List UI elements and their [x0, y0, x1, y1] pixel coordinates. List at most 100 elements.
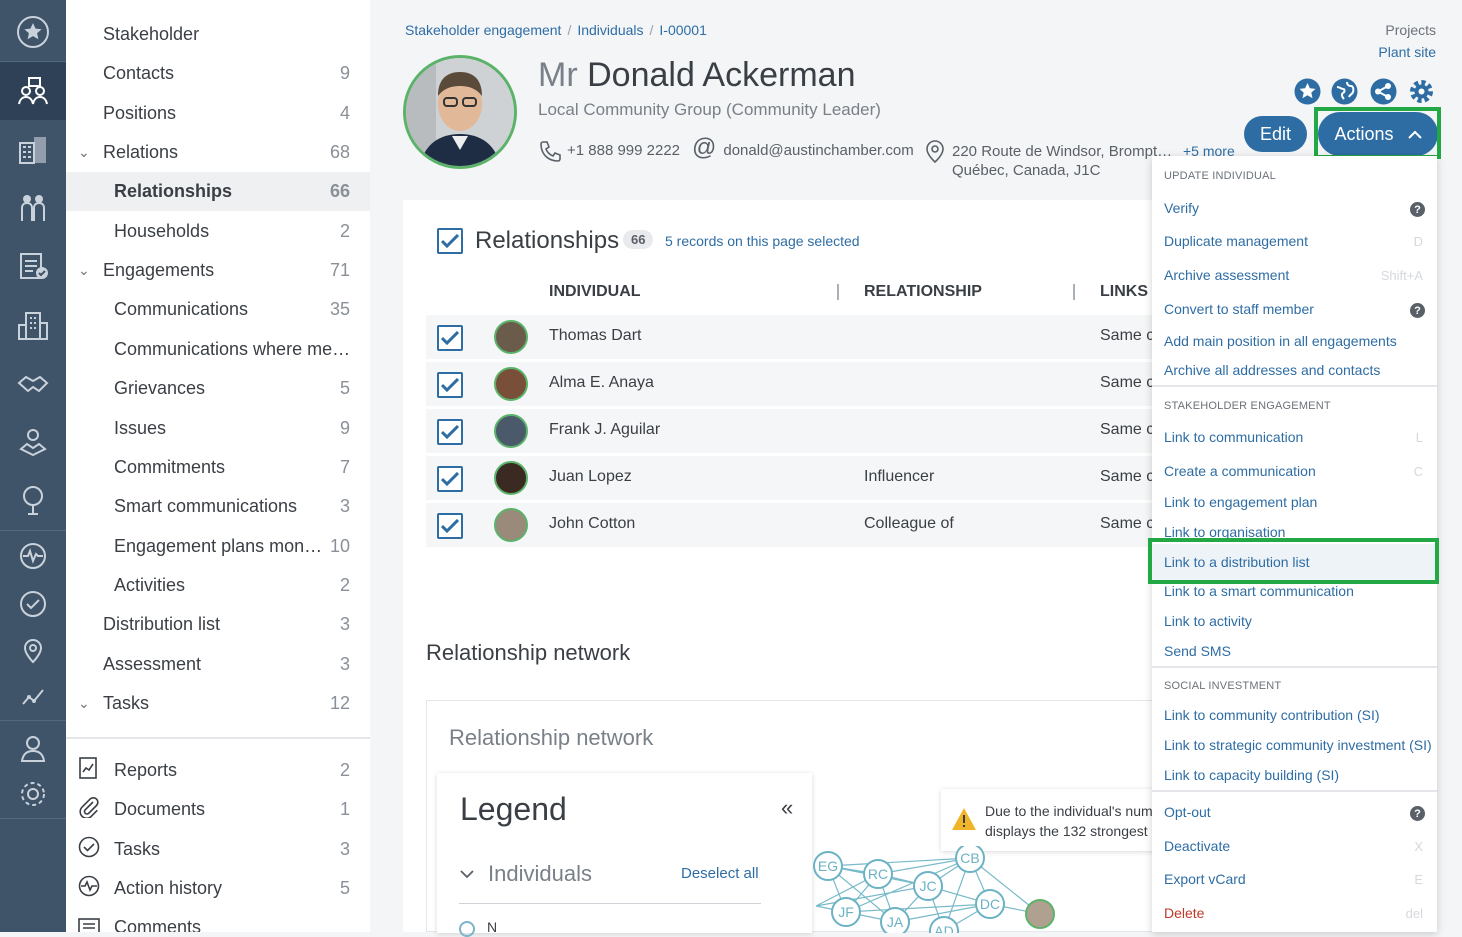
sidebar: Stakeholder Contacts 9 Positions 4 ⌄ Relati… [66, 0, 370, 932]
map-pin-person-icon[interactable] [0, 414, 66, 470]
network-node-label: RC [868, 866, 888, 882]
sidebar-item-households[interactable]: Households 2 [66, 212, 370, 251]
menu-item-deactivate[interactable]: Deactivate [1164, 838, 1230, 854]
people-icon[interactable] [0, 180, 66, 236]
menu-item-link-capacity-building[interactable]: Link to capacity building (SI) [1164, 767, 1339, 783]
table-row[interactable]: Thomas Dart Same c [426, 315, 1203, 359]
handshake-icon[interactable] [0, 356, 66, 412]
deselect-all-link[interactable]: Deselect all [681, 865, 759, 882]
tree-icon[interactable] [0, 472, 66, 528]
projects-value[interactable]: Plant site [1378, 44, 1436, 60]
menu-item-link-strategic-investment[interactable]: Link to strategic community investment (… [1164, 737, 1432, 753]
menu-item-link-communication[interactable]: Link to communication [1164, 429, 1303, 445]
row-checkbox[interactable] [437, 466, 463, 492]
collapse-icon[interactable]: « [781, 795, 793, 821]
sidebar-item-relations[interactable]: ⌄ Relations 68 [66, 133, 370, 172]
sidebar-item-action-history[interactable]: Action history 5 [66, 869, 370, 908]
help-icon[interactable]: ? [1410, 806, 1425, 821]
favorite-icon[interactable] [1294, 78, 1321, 110]
menu-item-opt-out[interactable]: Opt-out [1164, 804, 1211, 820]
sidebar-item-comments[interactable]: Comments [66, 908, 370, 932]
menu-item-archive-addresses[interactable]: Archive all addresses and contacts [1164, 362, 1380, 378]
menu-item-link-engagement-plan[interactable]: Link to engagement plan [1164, 494, 1317, 510]
menu-item-archive-assessment[interactable]: Archive assessment [1164, 267, 1289, 283]
settings-icon[interactable] [0, 766, 66, 822]
row-checkbox[interactable] [437, 325, 463, 351]
menu-item-link-activity[interactable]: Link to activity [1164, 613, 1252, 629]
trend-icon[interactable] [0, 668, 66, 724]
menu-item-send-sms[interactable]: Send SMS [1164, 643, 1231, 659]
edit-button[interactable]: Edit [1244, 116, 1307, 152]
sidebar-item-documents[interactable]: Documents 1 [66, 790, 370, 829]
column-header-individual[interactable]: INDIVIDUAL [549, 283, 641, 301]
chevron-down-icon[interactable] [460, 866, 474, 882]
share-icon[interactable] [1370, 78, 1397, 110]
sidebar-item-assessment[interactable]: Assessment 3 [66, 645, 370, 684]
sidebar-item-positions[interactable]: Positions 4 [66, 94, 370, 133]
sidebar-item-communications-mentioned[interactable]: Communications where men… [66, 330, 370, 369]
help-icon[interactable]: ? [1410, 202, 1425, 217]
chevron-down-icon[interactable]: ⌄ [78, 262, 90, 279]
menu-item-delete[interactable]: Delete [1164, 905, 1204, 921]
legend-item-label: N [487, 919, 498, 935]
sidebar-item-communications[interactable]: Communications 35 [66, 290, 370, 329]
column-header-relationship[interactable]: RELATIONSHIP [864, 283, 982, 301]
row-checkbox[interactable] [437, 372, 463, 398]
divider [66, 737, 370, 739]
globe-icon[interactable] [1331, 78, 1358, 110]
column-divider [1073, 284, 1075, 300]
projects-selector: Projects Plant site [1378, 22, 1436, 60]
table-row[interactable]: Frank J. Aguilar Same c [426, 409, 1203, 453]
breadcrumb-link-individuals[interactable]: Individuals [577, 22, 643, 38]
sidebar-item-reports[interactable]: Reports 2 [66, 751, 370, 790]
menu-item-export-vcard[interactable]: Export vCard [1164, 871, 1246, 887]
buildings-icon[interactable] [0, 122, 66, 178]
menu-item-duplicate[interactable]: Duplicate management [1164, 233, 1308, 249]
sidebar-item-tasks-bottom[interactable]: Tasks 3 [66, 830, 370, 869]
row-checkbox[interactable] [437, 419, 463, 445]
sidebar-item-engagements[interactable]: ⌄ Engagements 71 [66, 251, 370, 290]
sidebar-item-contacts[interactable]: Contacts 9 [66, 54, 370, 93]
network-graph[interactable]: EG RC JC CB JF JA DC AD [810, 846, 1070, 933]
breadcrumb-link-stakeholder[interactable]: Stakeholder engagement [405, 22, 561, 38]
sidebar-item-smart-communications[interactable]: Smart communications 3 [66, 487, 370, 526]
legend-panel: Legend « Individuals Deselect all N [437, 773, 812, 937]
select-all-checkbox[interactable] [437, 228, 463, 254]
row-checkbox[interactable] [437, 513, 463, 539]
network-panel: Relationship network Legend « Individual… [426, 700, 1203, 937]
column-header-links[interactable]: LINKS [1100, 283, 1148, 301]
menu-item-link-smart-communication[interactable]: Link to a smart communication [1164, 583, 1354, 599]
city-icon[interactable] [0, 298, 66, 354]
sidebar-item-tasks[interactable]: ⌄ Tasks 12 [66, 684, 370, 723]
chevron-down-icon[interactable]: ⌄ [78, 144, 90, 161]
table-row[interactable]: Alma E. Anaya Same c [426, 362, 1203, 406]
star-icon[interactable] [0, 4, 66, 60]
network-node-label: CB [960, 850, 979, 866]
checklist-icon[interactable] [0, 238, 66, 294]
chevron-down-icon[interactable]: ⌄ [78, 695, 90, 712]
table-row[interactable]: Juan Lopez Influencer Same c [426, 456, 1203, 500]
table-row[interactable]: John Cotton Colleague of Same c [426, 503, 1203, 547]
sidebar-item-stakeholder[interactable]: Stakeholder [66, 15, 370, 54]
sidebar-item-relationships[interactable]: Relationships 66 [66, 172, 370, 211]
settings-gear-icon[interactable] [1408, 78, 1435, 110]
sidebar-item-grievances[interactable]: Grievances 5 [66, 369, 370, 408]
sidebar-item-issues[interactable]: Issues 9 [66, 409, 370, 448]
stakeholder-icon[interactable] [0, 62, 66, 120]
menu-item-add-main-position[interactable]: Add main position in all engagements [1164, 333, 1397, 349]
sidebar-item-distribution-list[interactable]: Distribution list 3 [66, 605, 370, 644]
menu-item-verify[interactable]: Verify [1164, 200, 1199, 216]
network-node-label: JC [919, 878, 936, 894]
menu-item-convert-staff[interactable]: Convert to staff member [1164, 301, 1314, 317]
sidebar-item-commitments[interactable]: Commitments 7 [66, 448, 370, 487]
sidebar-item-engagement-plans[interactable]: Engagement plans mon… 10 [66, 527, 370, 566]
menu-item-link-community-contribution[interactable]: Link to community contribution (SI) [1164, 707, 1380, 723]
legend-title: Legend [460, 791, 567, 827]
email-contact[interactable]: @ donald@austinchamber.com [692, 134, 914, 162]
network-node-label: JF [838, 904, 854, 920]
sidebar-item-activities[interactable]: Activities 2 [66, 566, 370, 605]
phone-contact[interactable]: +1 888 999 2222 [538, 140, 680, 168]
address-contact[interactable]: 220 Route de Windsor, Brompt… Québec, Can… [924, 140, 1172, 180]
help-icon[interactable]: ? [1410, 303, 1425, 318]
menu-item-create-communication[interactable]: Create a communication [1164, 463, 1316, 479]
